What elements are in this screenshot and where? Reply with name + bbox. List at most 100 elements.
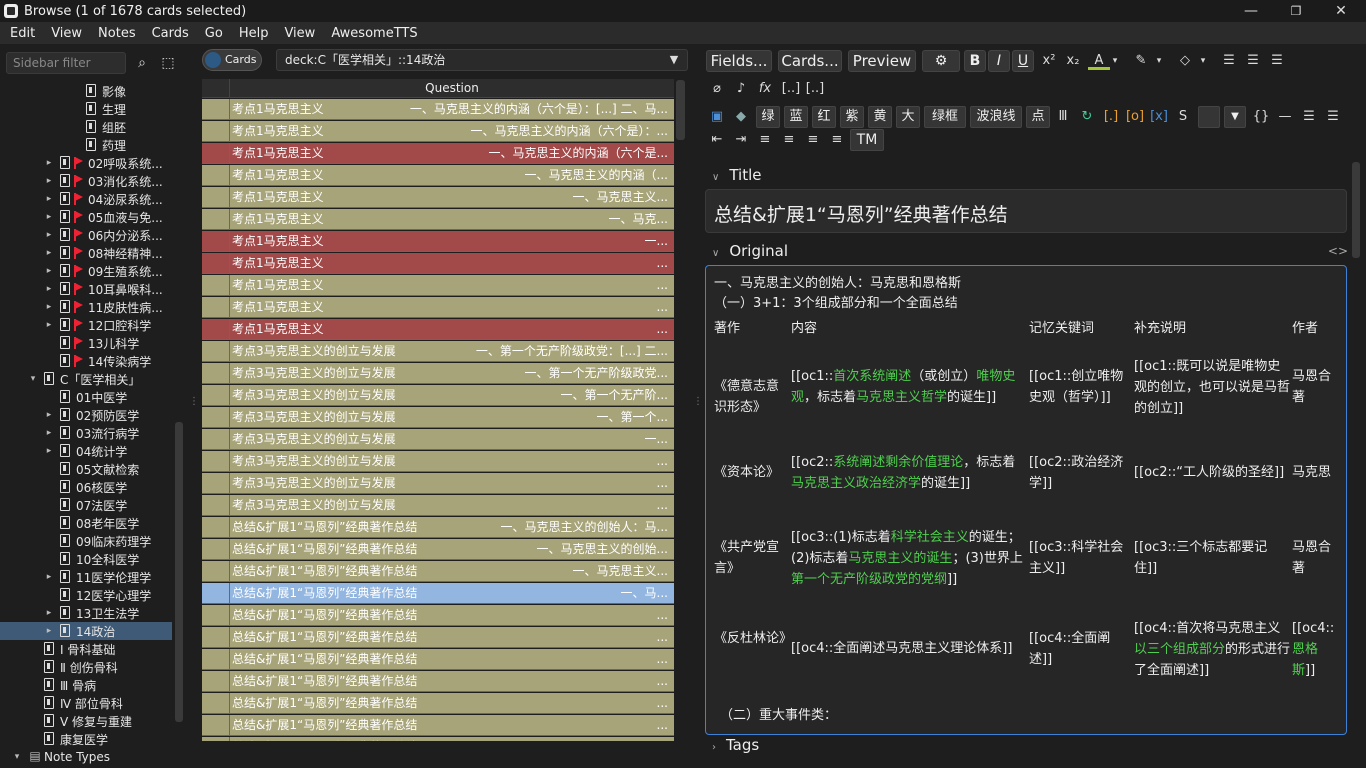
sidebar-item[interactable]: ▾ C「医学相关」 (0, 370, 172, 388)
table-row[interactable]: 考点3马克思主义的创立与发展... (202, 473, 674, 494)
table-row[interactable]: 考点1马克思主义 一、马克思主义... (202, 187, 674, 208)
align-justify-icon[interactable]: ≡ (826, 129, 848, 151)
chevron-right-icon[interactable]: ▸ (44, 176, 54, 186)
sidebar-item[interactable]: ▸ 12口腔科学 (0, 316, 172, 334)
title-field[interactable]: 总结&扩展1“马恩列”经典著作总结 (705, 189, 1347, 233)
sidebar-item[interactable]: ▸ 13卫生法学 (0, 604, 172, 622)
sidebar-scrollbar[interactable] (175, 422, 183, 722)
table-row[interactable]: 考点3马克思主义的创立与发展 一... (202, 429, 674, 450)
cloze-same-icon[interactable]: [..] (804, 78, 826, 100)
eraser-icon[interactable]: ◇ (1174, 50, 1196, 72)
sidebar-item[interactable]: 14传染病学 (0, 352, 172, 370)
outdent-icon[interactable]: ⇤ (706, 129, 728, 151)
chevron-right-icon[interactable]: ▸ (44, 302, 54, 312)
microphone-icon[interactable]: ♪ (730, 78, 752, 100)
function-icon[interactable]: fx (754, 78, 776, 100)
sidebar-item[interactable]: ▸ 14政治 (0, 622, 172, 640)
table-row[interactable]: 总结&扩展1“马恩列”经典著作总结 一、马克思主义的创始... (202, 539, 674, 560)
table-row[interactable]: 考点1马克思主义 一、马克思主义的内涵（六个是... (202, 143, 674, 164)
table-row[interactable]: 考点1马克思主义 一、马克思主义的内涵（六个是）：[...] 二、马... (202, 99, 674, 120)
table-row[interactable]: 考点1马克思主义 一、马克思主义的内涵（六个是）：... (202, 121, 674, 142)
menu-view-2[interactable]: View (276, 26, 323, 41)
strikethrough-icon[interactable]: S (1172, 106, 1194, 128)
sidebar-item[interactable]: ▾ ▤ Note Types (0, 748, 172, 766)
splitter-handle[interactable]: ⋮ (189, 396, 199, 407)
sidebar-item[interactable]: ▸ 05血液与免... (0, 208, 172, 226)
dropdown-triangle-icon[interactable]: ▼ (1224, 106, 1246, 128)
header-flag-column[interactable] (202, 79, 230, 98)
sidebar-item[interactable]: Ⅲ 骨病 (0, 676, 172, 694)
align-icon[interactable]: ☰ (1266, 50, 1288, 72)
chevron-right-icon[interactable]: ▸ (44, 158, 54, 168)
sidebar-item[interactable]: ▸ 10耳鼻喉科... (0, 280, 172, 298)
sidebar-item[interactable]: Ⅳ 部位骨科 (0, 694, 172, 712)
search-icon[interactable]: ⌕ (130, 52, 154, 74)
sidebar-item[interactable]: 10全科医学 (0, 550, 172, 568)
chevron-right-icon[interactable]: ▸ (44, 230, 54, 240)
blank-button[interactable] (1198, 106, 1220, 128)
chevron-down-icon[interactable]: ▾ (28, 374, 38, 384)
align-left-icon[interactable]: ≡ (778, 129, 800, 151)
table-row[interactable]: 考点3马克思主义的创立与发展 一、第一个无产阶级政党... (202, 363, 674, 384)
cloze-icon[interactable]: [..] (780, 78, 802, 100)
dot-button[interactable]: 点 (1026, 106, 1050, 128)
sidebar-item[interactable]: Ⅱ 创伤骨科 (0, 658, 172, 676)
text-color-dropdown[interactable]: ▾ (1108, 50, 1122, 72)
sidebar-item[interactable]: 影像 (0, 82, 172, 100)
numbered-list-icon[interactable]: ☰ (1242, 50, 1264, 72)
menu-help[interactable]: Help (231, 26, 277, 41)
title-field-label[interactable]: ∨ Title (712, 166, 761, 184)
sidebar-item[interactable]: ▸ 02呼吸系统... (0, 154, 172, 172)
menu-edit[interactable]: Edit (2, 26, 43, 41)
table-row[interactable]: 总结&扩展1“马恩列”经典著作总结 一、马克思主义的创始人：马... (202, 517, 674, 538)
sidebar-item[interactable]: ▸ 04统计学 (0, 442, 172, 460)
table-row[interactable]: 考点1马克思主义 一... (202, 231, 674, 252)
maximize-button[interactable]: ❐ (1273, 0, 1319, 22)
tm-button[interactable]: TM (850, 129, 884, 151)
chevron-down-icon[interactable]: ∨ (712, 172, 719, 183)
preview-button[interactable]: Preview (848, 50, 916, 72)
table-row[interactable]: 总结&扩展1“马恩列”经典著作总结... (202, 737, 674, 741)
table-row[interactable]: 总结&扩展1“马恩列”经典著作总结... (202, 649, 674, 670)
close-button[interactable]: ✕ (1318, 0, 1364, 22)
editor-scrollbar[interactable] (1352, 162, 1360, 258)
bullet-list-icon[interactable]: ☰ (1218, 50, 1240, 72)
table-row[interactable]: 总结&扩展1“马恩列”经典著作总结... (202, 627, 674, 648)
image-icon[interactable]: ▣ (706, 106, 728, 128)
attach-icon[interactable]: ⌀ (706, 78, 728, 100)
sidebar-item[interactable]: 13儿科学 (0, 334, 172, 352)
sidebar-item[interactable]: 05文献检索 (0, 460, 172, 478)
table-scrollbar[interactable] (676, 80, 685, 140)
original-field[interactable]: 一、马克思主义的创始人：马克思和恩格斯 （一）3+1：3个组成部分和一个全面总结… (705, 265, 1347, 735)
cards-notes-toggle[interactable]: Cards (202, 49, 262, 71)
green-button[interactable]: 绿 (756, 106, 780, 128)
highlight-icon[interactable]: ✎ (1130, 50, 1152, 72)
gear-icon[interactable]: ⚙ (922, 50, 960, 72)
sidebar-filter-input[interactable]: Sidebar filter (6, 52, 126, 74)
chevron-right-icon[interactable]: ▸ (44, 194, 54, 204)
table-row[interactable]: 考点1马克思主义 一、马克... (202, 209, 674, 230)
menu-go[interactable]: Go (197, 26, 231, 41)
sidebar-item[interactable]: ▸ 06内分泌系... (0, 226, 172, 244)
chevron-right-icon[interactable]: ▸ (44, 320, 54, 330)
highlight-dropdown[interactable]: ▾ (1152, 50, 1166, 72)
sidebar-item[interactable]: 组胚 (0, 118, 172, 136)
blue-button[interactable]: 蓝 (784, 106, 808, 128)
sidebar-item[interactable]: ▸ 09生殖系统... (0, 262, 172, 280)
table-row[interactable]: 考点1马克思主义... (202, 253, 674, 274)
table-row[interactable]: 考点3马克思主义的创立与发展... (202, 495, 674, 516)
align-center-icon[interactable]: ≡ (754, 129, 776, 151)
refresh-icon[interactable]: ↻ (1076, 106, 1098, 128)
sidebar-item[interactable]: 康复医学 (0, 730, 172, 748)
chevron-down-icon[interactable]: ∨ (712, 248, 719, 259)
chevron-right-icon[interactable]: ▸ (44, 248, 54, 258)
sidebar-item[interactable]: ▸ 02预防医学 (0, 406, 172, 424)
original-field-label[interactable]: ∨ Original (712, 242, 788, 260)
sidebar-item[interactable]: 06核医学 (0, 478, 172, 496)
html-editor-icon[interactable]: <> (1328, 244, 1348, 258)
chevron-down-icon[interactable]: ▾ (12, 752, 22, 762)
purple-button[interactable]: 紫 (840, 106, 864, 128)
italic-button[interactable]: I (988, 50, 1010, 72)
sidebar-item[interactable]: 07法医学 (0, 496, 172, 514)
sidebar-item[interactable]: ▸ 03流行病学 (0, 424, 172, 442)
